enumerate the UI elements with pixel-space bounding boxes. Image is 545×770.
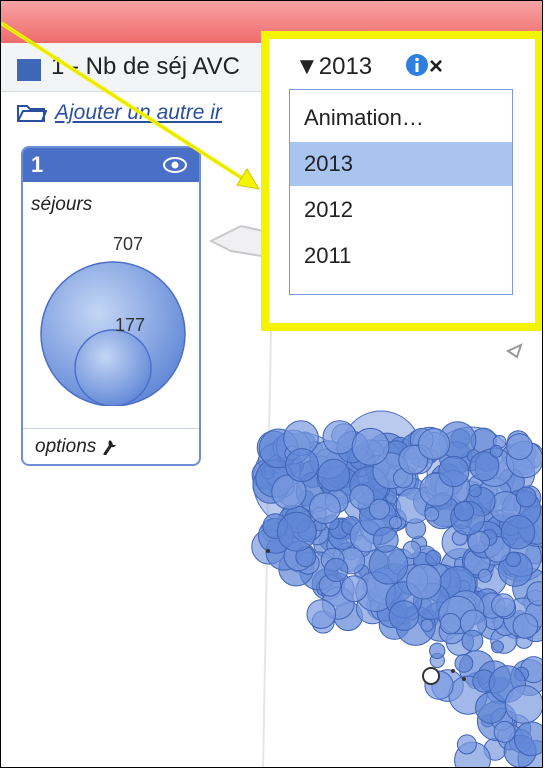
callout-arrow: [1, 21, 260, 190]
arrow-head: [236, 168, 260, 190]
app-window: 1 - Nb de séj AVC Ajouter un autre ir 1: [0, 0, 543, 768]
